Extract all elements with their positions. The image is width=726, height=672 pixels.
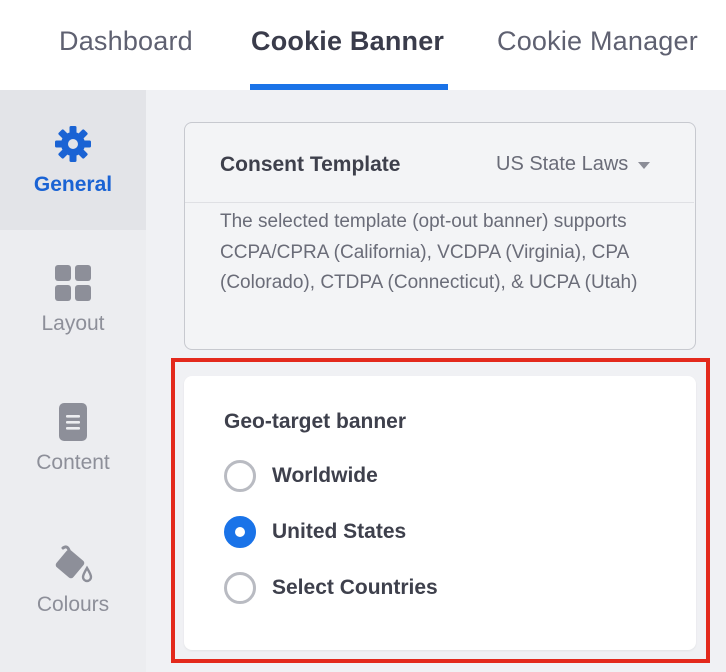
sidebar-item-content[interactable]: Content [0,372,146,512]
consent-template-title: Consent Template [220,153,401,176]
sidebar-item-label: Colours [36,593,110,616]
main-area: General Layout Content Colours Consent T… [0,90,726,672]
sidebar-item-label: General [33,173,113,196]
radio-worldwide[interactable]: Worldwide [224,460,378,492]
sidebar-item-general[interactable]: General [0,90,146,230]
sidebar-item-colours[interactable]: Colours [0,514,146,654]
radio-button[interactable] [224,572,256,604]
sidebar-item-label: Layout [41,312,105,335]
geo-target-card: Geo-target banner Worldwide United State… [184,376,696,650]
tab-cookie-banner[interactable]: Cookie Banner [251,26,444,57]
settings-panel: Consent Template US State Laws The selec… [146,90,726,672]
grid-icon [55,265,91,301]
radio-label: Worldwide [272,464,378,487]
sidebar: General Layout Content Colours [0,90,146,672]
divider [185,202,694,203]
radio-button-selected[interactable] [224,516,256,548]
top-tab-bar: Dashboard Cookie Banner Cookie Manager [0,0,726,90]
template-description: The selected template (opt-out banner) s… [220,211,638,293]
paint-bucket-icon [55,545,93,583]
gear-icon [55,126,91,162]
sidebar-item-label: Content [36,451,110,474]
geo-target-title: Geo-target banner [224,410,407,433]
radio-united-states[interactable]: United States [224,516,406,548]
sidebar-item-layout[interactable]: Layout [0,230,146,370]
template-dropdown-value: US State Laws [496,153,629,175]
radio-button[interactable] [224,460,256,492]
tab-dashboard[interactable]: Dashboard [59,26,193,57]
radio-label: United States [272,520,407,543]
radio-label: Select Countries [272,576,438,599]
tab-cookie-manager[interactable]: Cookie Manager [497,26,698,57]
template-dropdown[interactable]: US State Laws [496,153,651,176]
radio-select-countries[interactable]: Select Countries [224,572,438,604]
consent-template-card: Consent Template US State Laws The selec… [184,122,696,350]
document-icon [59,403,87,441]
caret-down-icon [638,162,651,169]
